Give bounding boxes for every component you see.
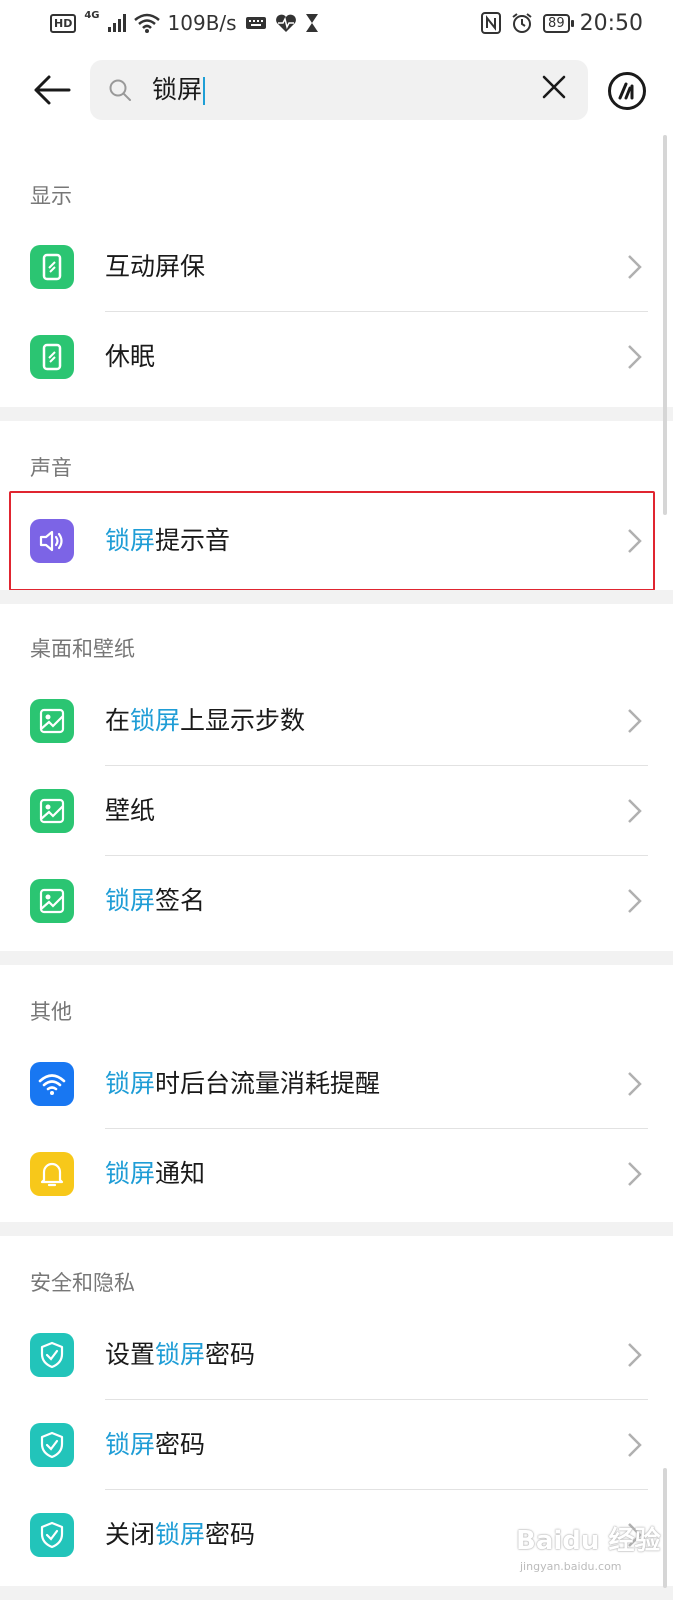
wallpaper-icon: [30, 789, 74, 833]
section-gap: [0, 951, 673, 965]
result-interactive-screensaver[interactable]: 互动屏保: [0, 222, 673, 312]
result-label: 关闭锁屏密码: [105, 1520, 256, 1549]
result-sleep[interactable]: 休眠: [0, 312, 673, 402]
section-title-other: 其他: [30, 1000, 72, 1024]
section-title-display: 显示: [30, 184, 72, 208]
bell-icon: [40, 1162, 64, 1187]
hourglass-icon: [305, 14, 318, 32]
phone-icon: [42, 343, 62, 371]
assistant-icon: [618, 82, 634, 100]
arrow-left-icon: [34, 75, 71, 105]
signal-type: 4G: [84, 9, 100, 21]
section-title-security: 安全和隐私: [30, 1271, 135, 1295]
security-icon: [30, 1333, 74, 1377]
result-wallpaper[interactable]: 壁纸: [0, 766, 673, 856]
search-input[interactable]: 锁屏: [152, 74, 206, 106]
wifi-icon: [38, 1074, 66, 1095]
heart-rate-icon: [275, 14, 296, 32]
security-icon: [30, 1513, 74, 1557]
security-icon: [30, 1423, 74, 1467]
result-lockscreen-data-usage[interactable]: 锁屏时后台流量消耗提醒: [0, 1039, 673, 1129]
assistant-button[interactable]: [608, 72, 646, 110]
network-icon: [30, 1062, 74, 1106]
shield-icon: [40, 1521, 64, 1549]
battery-icon: 89: [543, 13, 574, 33]
status-left: HD 4G 109B/s: [50, 8, 319, 38]
search-icon: [109, 79, 131, 101]
chevron-right-icon: [628, 799, 642, 823]
watermark-url: jingyan.baidu.com: [520, 1560, 622, 1573]
result-label: 休眠: [105, 342, 156, 371]
result-label: 锁屏签名: [105, 886, 206, 915]
chevron-right-icon: [628, 889, 642, 913]
annotation-highlight-box: [9, 491, 655, 591]
signal-icon: [107, 14, 126, 32]
shield-icon: [40, 1431, 64, 1459]
nfc-icon: [481, 12, 502, 34]
result-set-lockscreen-password[interactable]: 设置锁屏密码: [0, 1310, 673, 1400]
net-speed: 109B/s: [167, 11, 237, 35]
chevron-right-icon: [628, 1072, 642, 1096]
clock: 20:50: [579, 10, 643, 36]
keyboard-icon: [245, 17, 266, 29]
section-gap: [0, 1222, 673, 1236]
text-caret: [203, 77, 206, 105]
image-icon: [39, 708, 65, 734]
clear-button[interactable]: [538, 74, 570, 106]
result-label: 设置锁屏密码: [105, 1340, 256, 1369]
status-bar: HD 4G 109B/s 89 20:50: [0, 0, 673, 46]
result-lockscreen-password[interactable]: 锁屏密码: [0, 1400, 673, 1490]
chevron-right-icon: [628, 1162, 642, 1186]
result-label: 壁纸: [105, 796, 156, 825]
chevron-right-icon: [628, 345, 642, 369]
alarm-icon: [512, 13, 532, 33]
notification-icon: [30, 1152, 74, 1196]
image-icon: [39, 798, 65, 824]
wallpaper-icon: [30, 879, 74, 923]
section-title-sound: 声音: [30, 456, 72, 480]
result-lockscreen-signature[interactable]: 锁屏签名: [0, 856, 673, 946]
section-title-wallpaper: 桌面和壁纸: [30, 637, 135, 661]
search-query: 锁屏: [152, 75, 203, 104]
result-label: 在锁屏上显示步数: [105, 706, 306, 735]
result-label: 锁屏通知: [105, 1159, 206, 1188]
result-lockscreen-steps[interactable]: 在锁屏上显示步数: [0, 676, 673, 766]
result-label: 锁屏密码: [105, 1430, 206, 1459]
chevron-right-icon: [628, 709, 642, 733]
result-label: 互动屏保: [105, 252, 206, 281]
search-field[interactable]: 锁屏: [90, 60, 588, 120]
display-icon: [30, 245, 74, 289]
section-gap: [0, 590, 673, 604]
close-icon: [542, 75, 566, 99]
hd-badge: HD: [50, 13, 77, 33]
shield-icon: [40, 1341, 64, 1369]
watermark-logo: Baidu 经验: [516, 1526, 661, 1556]
image-icon: [39, 888, 65, 914]
display-icon: [30, 335, 74, 379]
section-gap: [0, 407, 673, 421]
scrollbar-bottom[interactable]: [663, 1468, 667, 1588]
status-right: 89 20:50: [481, 8, 643, 38]
wallpaper-icon: [30, 699, 74, 743]
chevron-right-icon: [628, 1433, 642, 1457]
phone-icon: [42, 253, 62, 281]
section-gap: [0, 1586, 673, 1600]
wifi-status-icon: [133, 13, 160, 33]
result-lockscreen-notification[interactable]: 锁屏通知: [0, 1129, 673, 1219]
result-label: 锁屏时后台流量消耗提醒: [105, 1069, 381, 1098]
scrollbar-top[interactable]: [663, 135, 667, 515]
chevron-right-icon: [628, 255, 642, 279]
chevron-right-icon: [628, 1343, 642, 1367]
back-button[interactable]: [30, 68, 74, 112]
